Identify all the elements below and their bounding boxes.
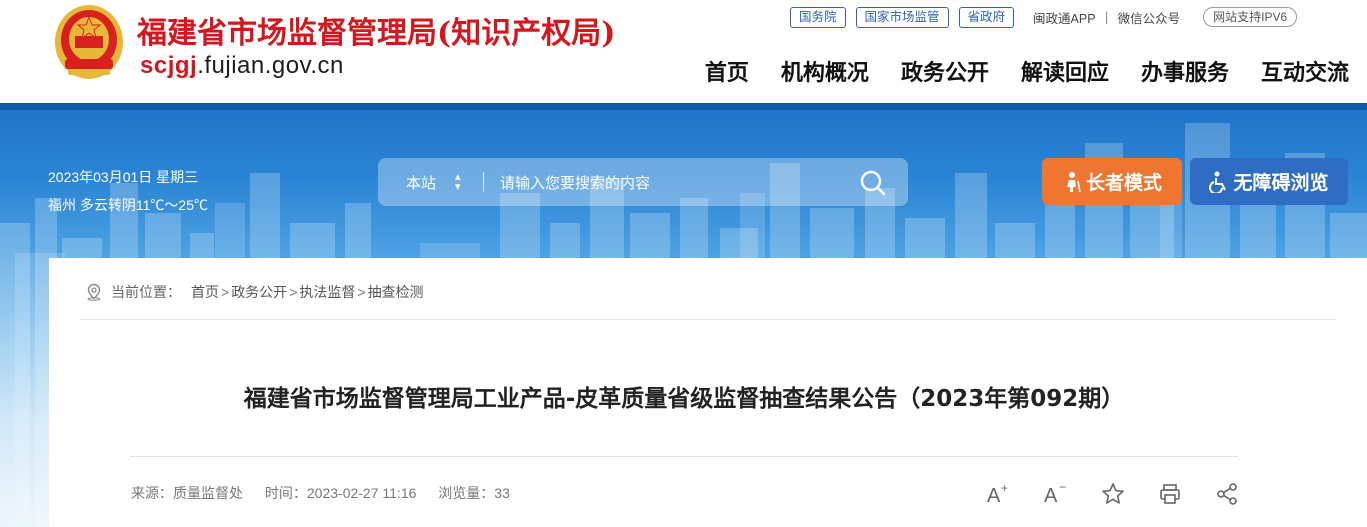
breadcrumb-gov-affairs[interactable]: 政务公开 bbox=[231, 282, 287, 302]
divider: | bbox=[1104, 10, 1109, 24]
share-icon[interactable] bbox=[1215, 482, 1272, 506]
nav-gov-affairs[interactable]: 政务公开 bbox=[901, 55, 989, 87]
link-app[interactable]: 闽政通APP bbox=[1033, 8, 1096, 27]
domain-rest: .fujian.gov.cn bbox=[197, 52, 344, 79]
emblem-icon[interactable] bbox=[53, 3, 125, 81]
article-card: 当前位置： 首页 > 政务公开 > 执法监督 > 抽查检测 福建省市场监督管理局… bbox=[49, 258, 1367, 527]
nav-interaction[interactable]: 互动交流 bbox=[1261, 55, 1349, 87]
svg-text:+: + bbox=[1001, 482, 1008, 495]
main-nav: 首页 机构概况 政务公开 解读回应 办事服务 互动交流 bbox=[673, 55, 1349, 87]
link-provincial-gov[interactable]: 省政府 bbox=[958, 6, 1015, 28]
top-links: 国务院 国家市场监管 省政府 闽政通APP | 微信公众号 网站支持IPV6 bbox=[790, 6, 1298, 28]
search-input[interactable] bbox=[498, 170, 842, 196]
breadcrumb-separator: > bbox=[357, 284, 366, 300]
svg-text:A: A bbox=[987, 485, 1001, 506]
breadcrumb-enforcement[interactable]: 执法监督 bbox=[299, 282, 355, 302]
title-divider bbox=[130, 456, 1238, 457]
svg-text:−: − bbox=[1059, 482, 1066, 494]
breadcrumb-inspection[interactable]: 抽查检测 bbox=[368, 282, 424, 302]
font-increase-icon[interactable]: A + bbox=[987, 482, 1044, 506]
breadcrumb-separator: > bbox=[221, 284, 230, 300]
nav-services[interactable]: 办事服务 bbox=[1141, 55, 1229, 87]
search-scope-select[interactable]: 本站 bbox=[406, 172, 436, 193]
link-wechat[interactable]: 微信公众号 bbox=[1118, 8, 1181, 27]
elder-mode-button[interactable]: 长者模式 bbox=[1042, 158, 1182, 205]
search-icon[interactable] bbox=[858, 168, 888, 198]
nav-home[interactable]: 首页 bbox=[705, 55, 749, 87]
accessibility-label: 无障碍浏览 bbox=[1233, 172, 1329, 194]
nav-about[interactable]: 机构概况 bbox=[781, 55, 869, 87]
breadcrumb-divider bbox=[80, 319, 1336, 320]
current-date: 2023年03月01日 星期三 bbox=[48, 169, 199, 185]
domain-prefix: scjgj bbox=[140, 52, 198, 79]
star-icon[interactable] bbox=[1101, 482, 1158, 506]
weather: 福州 多云转阴11℃～25℃ bbox=[48, 197, 208, 213]
ipv6-badge: 网站支持IPV6 bbox=[1203, 7, 1298, 27]
site-domain[interactable]: scjgj.fujian.gov.cn bbox=[140, 52, 344, 80]
article-meta: 来源：质量监督处 时间：2023-02-27 11:16 浏览量：33 bbox=[131, 483, 528, 503]
print-icon[interactable] bbox=[1158, 482, 1215, 506]
breadcrumb-prefix: 当前位置： bbox=[111, 284, 181, 300]
breadcrumb-home[interactable]: 首页 bbox=[191, 282, 219, 302]
link-state-council[interactable]: 国务院 bbox=[790, 6, 846, 28]
accessibility-button[interactable]: 无障碍浏览 bbox=[1190, 158, 1348, 205]
elder-mode-label: 长者模式 bbox=[1085, 172, 1162, 194]
nav-interpretation[interactable]: 解读回应 bbox=[1021, 55, 1109, 87]
date-weather: 2023年03月01日 星期三 福州 多云转阴11℃～25℃ bbox=[48, 163, 208, 219]
site-header: 福建省市场监督管理局(知识产权局) scjgj.fujian.gov.cn 国务… bbox=[0, 0, 1367, 103]
sort-arrows-icon[interactable]: ▴ ▾ bbox=[455, 171, 461, 192]
wheelchair-icon bbox=[1209, 171, 1227, 193]
breadcrumb: 当前位置： 首页 > 政务公开 > 执法监督 > 抽查检测 bbox=[85, 282, 424, 302]
search-bar: 本站 ▴ ▾ bbox=[378, 158, 908, 206]
article-time: 时间：2023-02-27 11:16 bbox=[264, 485, 417, 501]
article-views: 浏览量：33 bbox=[438, 485, 510, 501]
font-decrease-icon[interactable]: A − bbox=[1044, 482, 1101, 506]
article-source: 来源：质量监督处 bbox=[131, 485, 243, 501]
article-title: 福建省市场监督管理局工业产品-皮革质量省级监督抽查结果公告（2023年第092期… bbox=[243, 386, 1125, 412]
article-tools: A + A − bbox=[987, 482, 1272, 506]
location-icon bbox=[87, 283, 101, 301]
site-title[interactable]: 福建省市场监督管理局(知识产权局) bbox=[137, 8, 615, 52]
svg-text:A: A bbox=[1044, 485, 1058, 506]
link-samr[interactable]: 国家市场监管 bbox=[855, 6, 949, 28]
breadcrumb-separator: > bbox=[289, 284, 298, 300]
search-divider bbox=[483, 172, 484, 192]
elder-icon bbox=[1066, 171, 1081, 192]
